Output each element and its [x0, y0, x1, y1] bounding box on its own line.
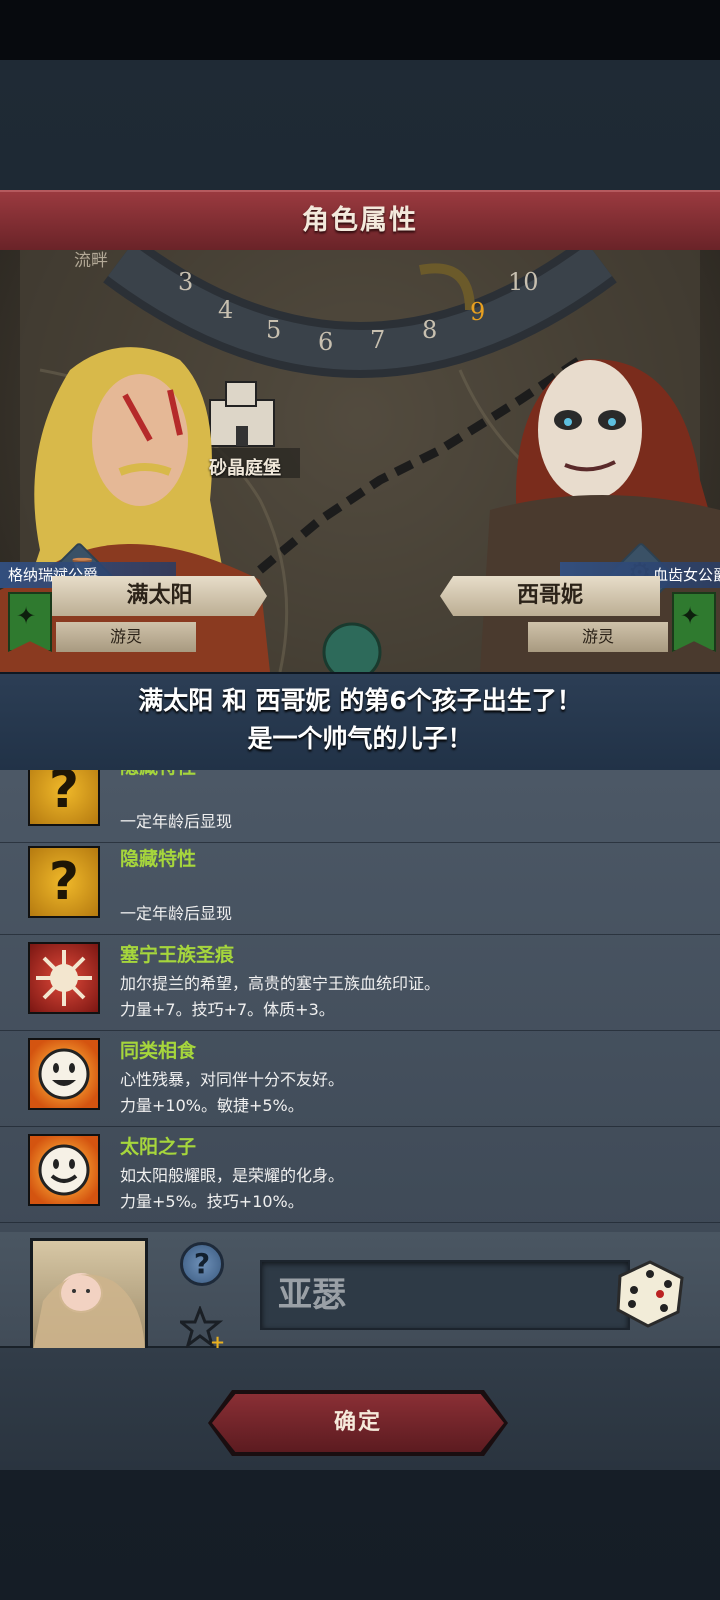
child-name-input[interactable]: 亚瑟 — [260, 1260, 630, 1330]
trait-desc: 心性残暴，对同伴十分不友好。 — [120, 1070, 345, 1089]
trait-name: 隐藏特性 — [120, 770, 196, 779]
trait-row[interactable]: 塞宁王族圣痕 加尔提兰的希望，高贵的塞宁王族血统印证。 力量+7。技巧+7。体质… — [0, 932, 720, 1031]
trait-row[interactable]: ? 隐藏特性 一定年龄后显现 — [0, 770, 720, 843]
dial-number: 8 — [422, 316, 437, 344]
question-icon: ? — [28, 846, 100, 918]
announcement-line: 满太阳 和 西哥妮 的第6个孩子出生了！ — [138, 686, 582, 715]
dial-number: 5 — [266, 316, 281, 344]
dice-icon[interactable] — [612, 1254, 688, 1330]
trait-stats: 力量+10%。敏捷+5%。 — [120, 1096, 304, 1115]
dial-number: 10 — [508, 268, 539, 296]
map-region-label: 流畔 — [74, 251, 108, 271]
grin-face-icon — [28, 1038, 100, 1110]
dialog-header: 角色属性 — [0, 190, 720, 252]
raven-icon: ✦ — [680, 602, 701, 630]
help-icon[interactable]: ? — [180, 1242, 224, 1286]
confirm-button[interactable]: 确定 — [212, 1394, 504, 1452]
child-portrait[interactable] — [30, 1238, 148, 1354]
dial-number: 6 — [318, 328, 333, 356]
dial-number: 7 — [370, 326, 385, 354]
trait-desc: 如太阳般耀眼，是荣耀的化身。 — [120, 1166, 345, 1185]
question-icon: ? — [28, 770, 100, 826]
castle-label: 砂晶庭堡 — [209, 458, 281, 479]
dial-number-highlight: 9 — [470, 298, 485, 326]
trait-name: 塞宁王族圣痕 — [120, 944, 235, 966]
mother-name[interactable]: 西哥妮 — [440, 576, 660, 616]
trait-row[interactable]: 太阳之子 如太阳般耀眼，是荣耀的化身。 力量+5%。技巧+10%。 — [0, 1124, 720, 1223]
sun-face-icon — [28, 1134, 100, 1206]
trait-row[interactable]: 同类相食 心性残暴，对同伴十分不友好。 力量+10%。敏捷+5%。 — [0, 1028, 720, 1127]
trait-stats: 力量+5%。技巧+10%。 — [120, 1192, 304, 1211]
trait-desc: 加尔提兰的希望，高贵的塞宁王族血统印证。 — [120, 974, 441, 993]
trait-desc: 一定年龄后显现 — [120, 812, 233, 831]
father-status: 游灵 — [56, 622, 196, 652]
announcement-line: 是一个帅气的儿子！ — [247, 724, 473, 753]
dial-number: 3 — [178, 268, 193, 296]
trait-name: 太阳之子 — [120, 1136, 197, 1158]
dialog-title: 角色属性 — [302, 205, 418, 236]
raven-icon: ✦ — [16, 602, 37, 630]
trait-desc: 一定年龄后显现 — [120, 904, 233, 923]
traits-list[interactable]: ? 隐藏特性 一定年龄后显现 ? 隐藏特性 一定年龄后显现 塞宁王族圣痕 加尔提… — [0, 770, 720, 1232]
star-add-icon[interactable]: + — [176, 1304, 225, 1353]
sun-sigil-icon — [28, 942, 100, 1014]
trait-name: 同类相食 — [120, 1040, 197, 1062]
status-bar — [0, 0, 720, 60]
trait-name: 隐藏特性 — [120, 848, 197, 870]
father-name[interactable]: 满太阳 — [52, 576, 267, 616]
mother-status: 游灵 — [528, 622, 668, 652]
trait-row[interactable]: ? 隐藏特性 一定年龄后显现 — [0, 836, 720, 935]
dial-number: 4 — [218, 296, 233, 324]
trait-stats: 力量+7。技巧+7。体质+3。 — [120, 1000, 335, 1019]
birth-announcement: 满太阳 和 西哥妮 的第6个孩子出生了！ 是一个帅气的儿子！ — [0, 672, 720, 773]
child-area: ? + 亚瑟 — [0, 1232, 720, 1354]
